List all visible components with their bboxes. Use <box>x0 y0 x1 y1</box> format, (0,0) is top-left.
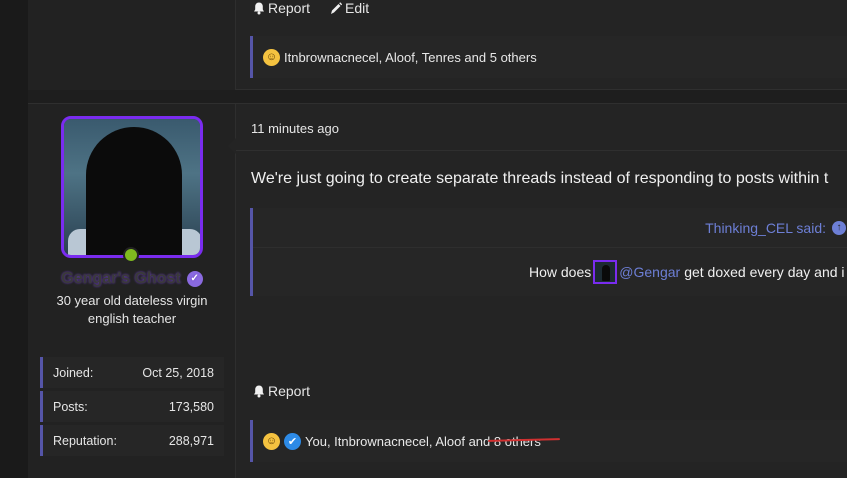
mention-link[interactable]: @Gengar <box>619 264 680 280</box>
report-label: Report <box>268 383 311 399</box>
edit-label: Edit <box>345 0 370 16</box>
mention-avatar <box>593 260 618 284</box>
post-body: We're just going to create separate thre… <box>251 170 829 187</box>
quote-body: How does @Gengar get doxed every day and… <box>529 260 845 284</box>
verified-check-icon: ✓ <box>186 270 203 287</box>
report-button[interactable]: Report <box>253 0 310 16</box>
online-status-indicator <box>123 247 139 263</box>
previous-post-actions: Report Edit <box>253 0 369 16</box>
post-pointer <box>228 137 237 155</box>
crying-laughing-emoji-icon: ☺ <box>263 432 280 450</box>
thread-page: Report Edit ☺ Itnbrownacnecel, Aloof, Te… <box>0 0 847 478</box>
stat-posts: Posts: 173,580 <box>40 391 224 422</box>
previous-post-reactions[interactable]: ☺ Itnbrownacnecel, Aloof, Tenres and 5 o… <box>250 36 847 78</box>
reactions-text: Itnbrownacnecel, Aloof, Tenres and 5 oth… <box>284 49 537 65</box>
pencil-icon <box>331 1 343 14</box>
report-label: Report <box>268 0 311 16</box>
crying-laughing-emoji-icon: ☺ <box>263 48 280 66</box>
stat-value[interactable]: 173,580 <box>169 400 214 414</box>
post-divider <box>236 150 847 151</box>
user-title: 30 year old dateless virgin english teac… <box>28 292 236 328</box>
quote-header[interactable]: Thinking_CEL said: ↑ <box>253 208 847 248</box>
post: Gengar's Ghost ✓ 30 year old dateless vir… <box>28 103 847 478</box>
previous-post: Report Edit ☺ Itnbrownacnecel, Aloof, Te… <box>28 0 847 90</box>
stat-reputation: Reputation: 288,971 <box>40 425 224 456</box>
post-actions: Report <box>253 383 310 399</box>
stat-value: Oct 25, 2018 <box>142 365 214 380</box>
quote-text-after: get doxed every day and i <box>684 264 845 280</box>
avatar[interactable] <box>61 116 203 258</box>
username[interactable]: Gengar's Ghost ✓ <box>28 270 236 288</box>
stat-joined: Joined: Oct 25, 2018 <box>40 357 224 388</box>
edit-button[interactable]: Edit <box>330 0 369 16</box>
post-timestamp[interactable]: 11 minutes ago <box>251 121 339 136</box>
bell-icon <box>254 385 264 397</box>
stat-label: Joined: <box>53 365 94 380</box>
stat-label: Posts: <box>53 399 88 414</box>
report-button[interactable]: Report <box>253 383 310 399</box>
bell-icon <box>254 2 264 14</box>
user-title-line-1: 30 year old dateless virgin <box>56 293 208 308</box>
arrow-up-icon[interactable]: ↑ <box>832 220 846 235</box>
thumbs-up-icon: ✔ <box>284 432 301 450</box>
post-reactions[interactable]: ☺ ✔ You, Itnbrownacnecel, Aloof and 8 ot… <box>250 420 847 462</box>
quote-author[interactable]: Thinking_CEL said: <box>705 220 826 236</box>
left-gutter <box>0 0 28 478</box>
post-user-column: Gengar's Ghost ✓ 30 year old dateless vir… <box>28 104 236 478</box>
stat-label: Reputation: <box>53 433 117 448</box>
user-stats: Joined: Oct 25, 2018 Posts: 173,580 Repu… <box>40 357 224 459</box>
previous-post-user-column <box>28 0 236 90</box>
quote-block: Thinking_CEL said: ↑ How does @Gengar ge… <box>250 208 847 296</box>
username-text: Gengar's Ghost <box>61 270 181 287</box>
user-title-line-2: english teacher <box>87 311 177 326</box>
stat-value: 288,971 <box>168 433 214 448</box>
quote-text-before: How does <box>529 264 592 280</box>
